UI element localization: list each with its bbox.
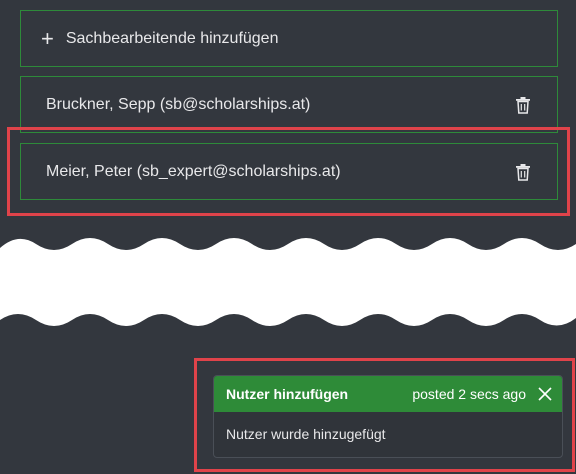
member-row: Bruckner, Sepp (sb@scholarships.at) bbox=[20, 76, 558, 133]
trash-icon[interactable] bbox=[515, 163, 531, 181]
toast-title: Nutzer hinzufügen bbox=[226, 386, 349, 402]
add-caseworker-label: Sachbearbeitende hinzufügen bbox=[65, 29, 279, 47]
toast-header: Nutzer hinzufügen posted 2 secs ago bbox=[214, 376, 562, 412]
close-icon[interactable] bbox=[536, 385, 554, 403]
notification-toast: Nutzer hinzufügen posted 2 secs ago Nutz… bbox=[213, 375, 563, 458]
toast-timestamp: posted 2 secs ago bbox=[412, 386, 526, 402]
plus-icon: + bbox=[41, 25, 54, 51]
member-row: Meier, Peter (sb_expert@scholarships.at) bbox=[20, 143, 558, 200]
toast-message: Nutzer wurde hinzugefügt bbox=[226, 426, 386, 442]
torn-edge-separator bbox=[0, 238, 576, 326]
member-label: Bruckner, Sepp (sb@scholarships.at) bbox=[46, 95, 311, 113]
member-label: Meier, Peter (sb_expert@scholarships.at) bbox=[46, 162, 341, 180]
trash-icon[interactable] bbox=[515, 96, 531, 114]
add-caseworker-button[interactable]: + Sachbearbeitende hinzufügen bbox=[20, 10, 558, 67]
